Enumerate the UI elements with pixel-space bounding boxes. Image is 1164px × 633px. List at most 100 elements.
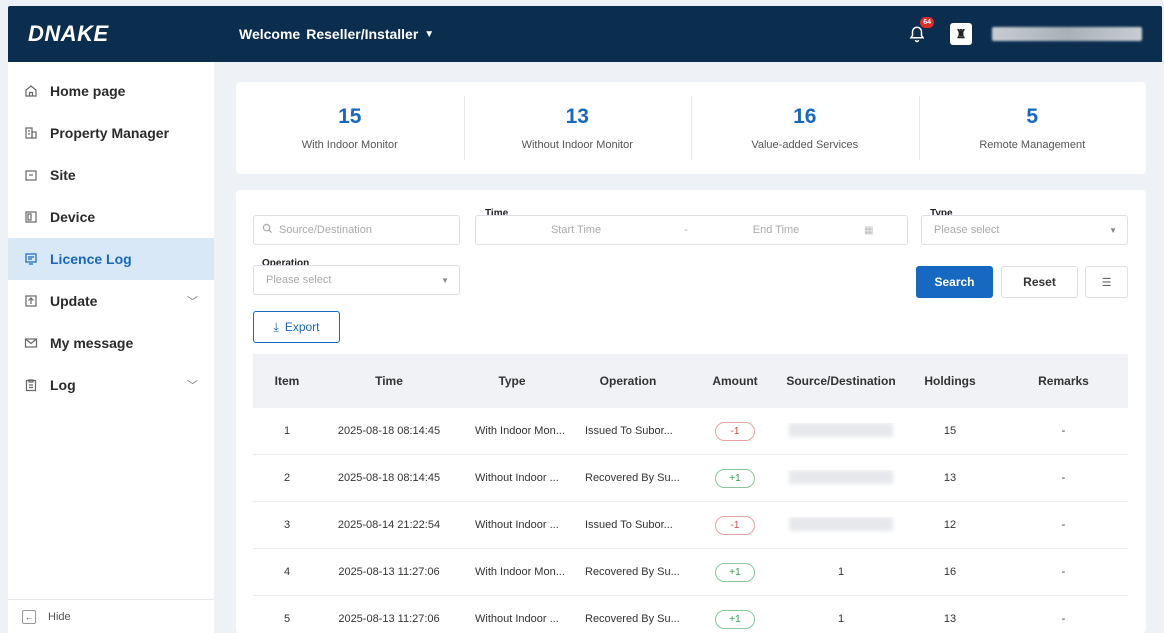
sidebar-item-site[interactable]: Site <box>8 154 214 196</box>
source-redacted <box>789 516 893 531</box>
cell-amount: +1 <box>689 468 781 488</box>
role-switcher[interactable]: Welcome Reseller/Installer ▼ <box>213 26 434 42</box>
time-range-picker[interactable]: Start Time - End Time ▦ <box>475 215 908 245</box>
cell-remarks: - <box>1061 519 1066 531</box>
avatar[interactable]: ♜ <box>950 23 972 45</box>
cell-operation: Issued To Subor... <box>585 519 673 531</box>
sidebar-item-licence-log[interactable]: Licence Log <box>8 238 214 280</box>
search-icon <box>262 223 273 237</box>
filter-list-icon: ☰ <box>1101 276 1112 289</box>
role-label: Reseller/Installer <box>306 26 419 42</box>
sidebar-item-log[interactable]: Log ﹀ <box>8 364 214 406</box>
cell-type: Without Indoor ... <box>475 613 559 625</box>
welcome-label: Welcome <box>239 26 301 42</box>
cell-holdings: 15 <box>943 425 957 437</box>
device-icon <box>24 210 38 224</box>
table-row[interactable]: 4 2025-08-13 11:27:06 With Indoor Mon...… <box>253 549 1128 596</box>
username-redacted[interactable] <box>992 27 1142 41</box>
cell-operation: Recovered By Su... <box>585 613 680 625</box>
top-header: DNAKE Welcome Reseller/Installer ▼ 64 ♜ <box>8 6 1162 62</box>
column-filter-button[interactable]: ☰ <box>1085 266 1128 298</box>
reset-button[interactable]: Reset <box>1001 266 1078 298</box>
home-icon <box>24 84 38 98</box>
sidebar-item-label: Log <box>50 377 76 393</box>
caret-down-icon: ▼ <box>441 275 449 285</box>
sidebar-item-device[interactable]: Device <box>8 196 214 238</box>
operation-select[interactable]: Please select ▼ <box>253 265 460 295</box>
stat-label: Value-added Services <box>751 139 859 151</box>
export-label: Export <box>284 320 320 334</box>
cell-source <box>781 469 901 487</box>
column-header-source: Source/Destination <box>786 373 896 388</box>
type-select[interactable]: Please select ▼ <box>921 215 1128 245</box>
cell-type: Without Indoor ... <box>475 472 559 484</box>
search-button[interactable]: Search <box>916 266 993 298</box>
sidebar-item-my-message[interactable]: My message <box>8 322 214 364</box>
column-header-holdings: Holdings <box>924 374 976 388</box>
sidebar-item-home[interactable]: Home page <box>8 70 214 112</box>
table-row[interactable]: 3 2025-08-14 21:22:54 Without Indoor ...… <box>253 502 1128 549</box>
cell-holdings: 12 <box>943 519 957 531</box>
cell-time: 2025-08-13 11:27:06 <box>338 566 440 578</box>
stat-value: 13 <box>565 105 589 128</box>
sidebar-item-label: Site <box>50 167 76 183</box>
source-redacted <box>789 469 893 484</box>
licence-stats-card: 15 With Indoor Monitor 13 Without Indoor… <box>236 82 1146 174</box>
sidebar-item-property-manager[interactable]: Property Manager <box>8 112 214 154</box>
sidebar-item-label: Device <box>50 209 96 225</box>
sidebar-item-update[interactable]: Update ﹀ <box>8 280 214 322</box>
amount-badge: -1 <box>715 515 755 535</box>
cell-source <box>781 516 901 534</box>
cell-source: 1 <box>837 613 845 625</box>
amount-badge: +1 <box>715 468 755 488</box>
caret-down-icon: ▼ <box>424 28 435 40</box>
operation-placeholder: Please select <box>266 274 332 286</box>
end-time-input[interactable]: End Time <box>696 224 856 236</box>
sidebar-item-label: Home page <box>50 83 126 99</box>
source-destination-input[interactable]: Source/Destination <box>253 215 460 245</box>
source-placeholder: Source/Destination <box>279 224 372 236</box>
start-time-input[interactable]: Start Time <box>476 224 676 236</box>
stat-label: With Indoor Monitor <box>301 139 398 151</box>
update-icon <box>24 294 38 308</box>
cell-amount: +1 <box>689 609 781 629</box>
cell-source <box>781 422 901 440</box>
cell-type: With Indoor Mon... <box>475 566 565 578</box>
stat-value: 5 <box>1026 105 1039 128</box>
stat-remote-management: 5 Remote Management <box>918 82 1147 174</box>
sidebar: Home page Property Manager Site Device L… <box>8 62 214 633</box>
chevron-down-icon: ﹀ <box>187 380 198 392</box>
licence-log-panel: Source/Destination Time Start Time - End… <box>236 190 1146 633</box>
cell-holdings: 13 <box>943 613 957 625</box>
licence-icon <box>24 252 38 266</box>
stat-label: Without Indoor Monitor <box>521 139 633 151</box>
cell-amount: +1 <box>689 562 781 582</box>
cell-time: 2025-08-18 08:14:45 <box>337 425 441 437</box>
clipboard-icon <box>24 378 38 392</box>
type-placeholder: Please select <box>934 224 1000 236</box>
cell-source: 1 <box>837 566 845 578</box>
cell-operation: Issued To Subor... <box>585 425 673 437</box>
logo[interactable]: DNAKE <box>8 21 213 47</box>
table-row[interactable]: 1 2025-08-18 08:14:45 With Indoor Mon...… <box>253 408 1128 455</box>
mail-icon <box>24 336 38 350</box>
folder-icon <box>24 168 38 182</box>
cell-time: 2025-08-18 08:14:45 <box>337 472 441 484</box>
table-row[interactable]: 2 2025-08-18 08:14:45 Without Indoor ...… <box>253 455 1128 502</box>
hide-sidebar-button[interactable]: ← Hide <box>8 599 214 633</box>
notification-badge: 64 <box>920 17 934 28</box>
stat-label: Remote Management <box>979 139 1086 151</box>
cell-holdings: 16 <box>943 566 957 578</box>
cell-item: 2 <box>283 472 291 484</box>
cell-time: 2025-08-13 11:27:06 <box>338 613 440 625</box>
export-button[interactable]: ⤓ Export <box>253 311 340 343</box>
time-separator: - <box>684 224 688 236</box>
notification-button[interactable]: 64 <box>904 17 934 47</box>
caret-down-icon: ▼ <box>1109 225 1117 235</box>
stat-without-indoor-monitor: 13 Without Indoor Monitor <box>463 82 692 174</box>
cell-remarks: - <box>1061 613 1066 625</box>
source-redacted <box>789 422 893 437</box>
cell-operation: Recovered By Su... <box>585 472 680 484</box>
table-row[interactable]: 5 2025-08-13 11:27:06 Without Indoor ...… <box>253 596 1128 633</box>
column-header-remarks: Remarks <box>1038 374 1089 388</box>
